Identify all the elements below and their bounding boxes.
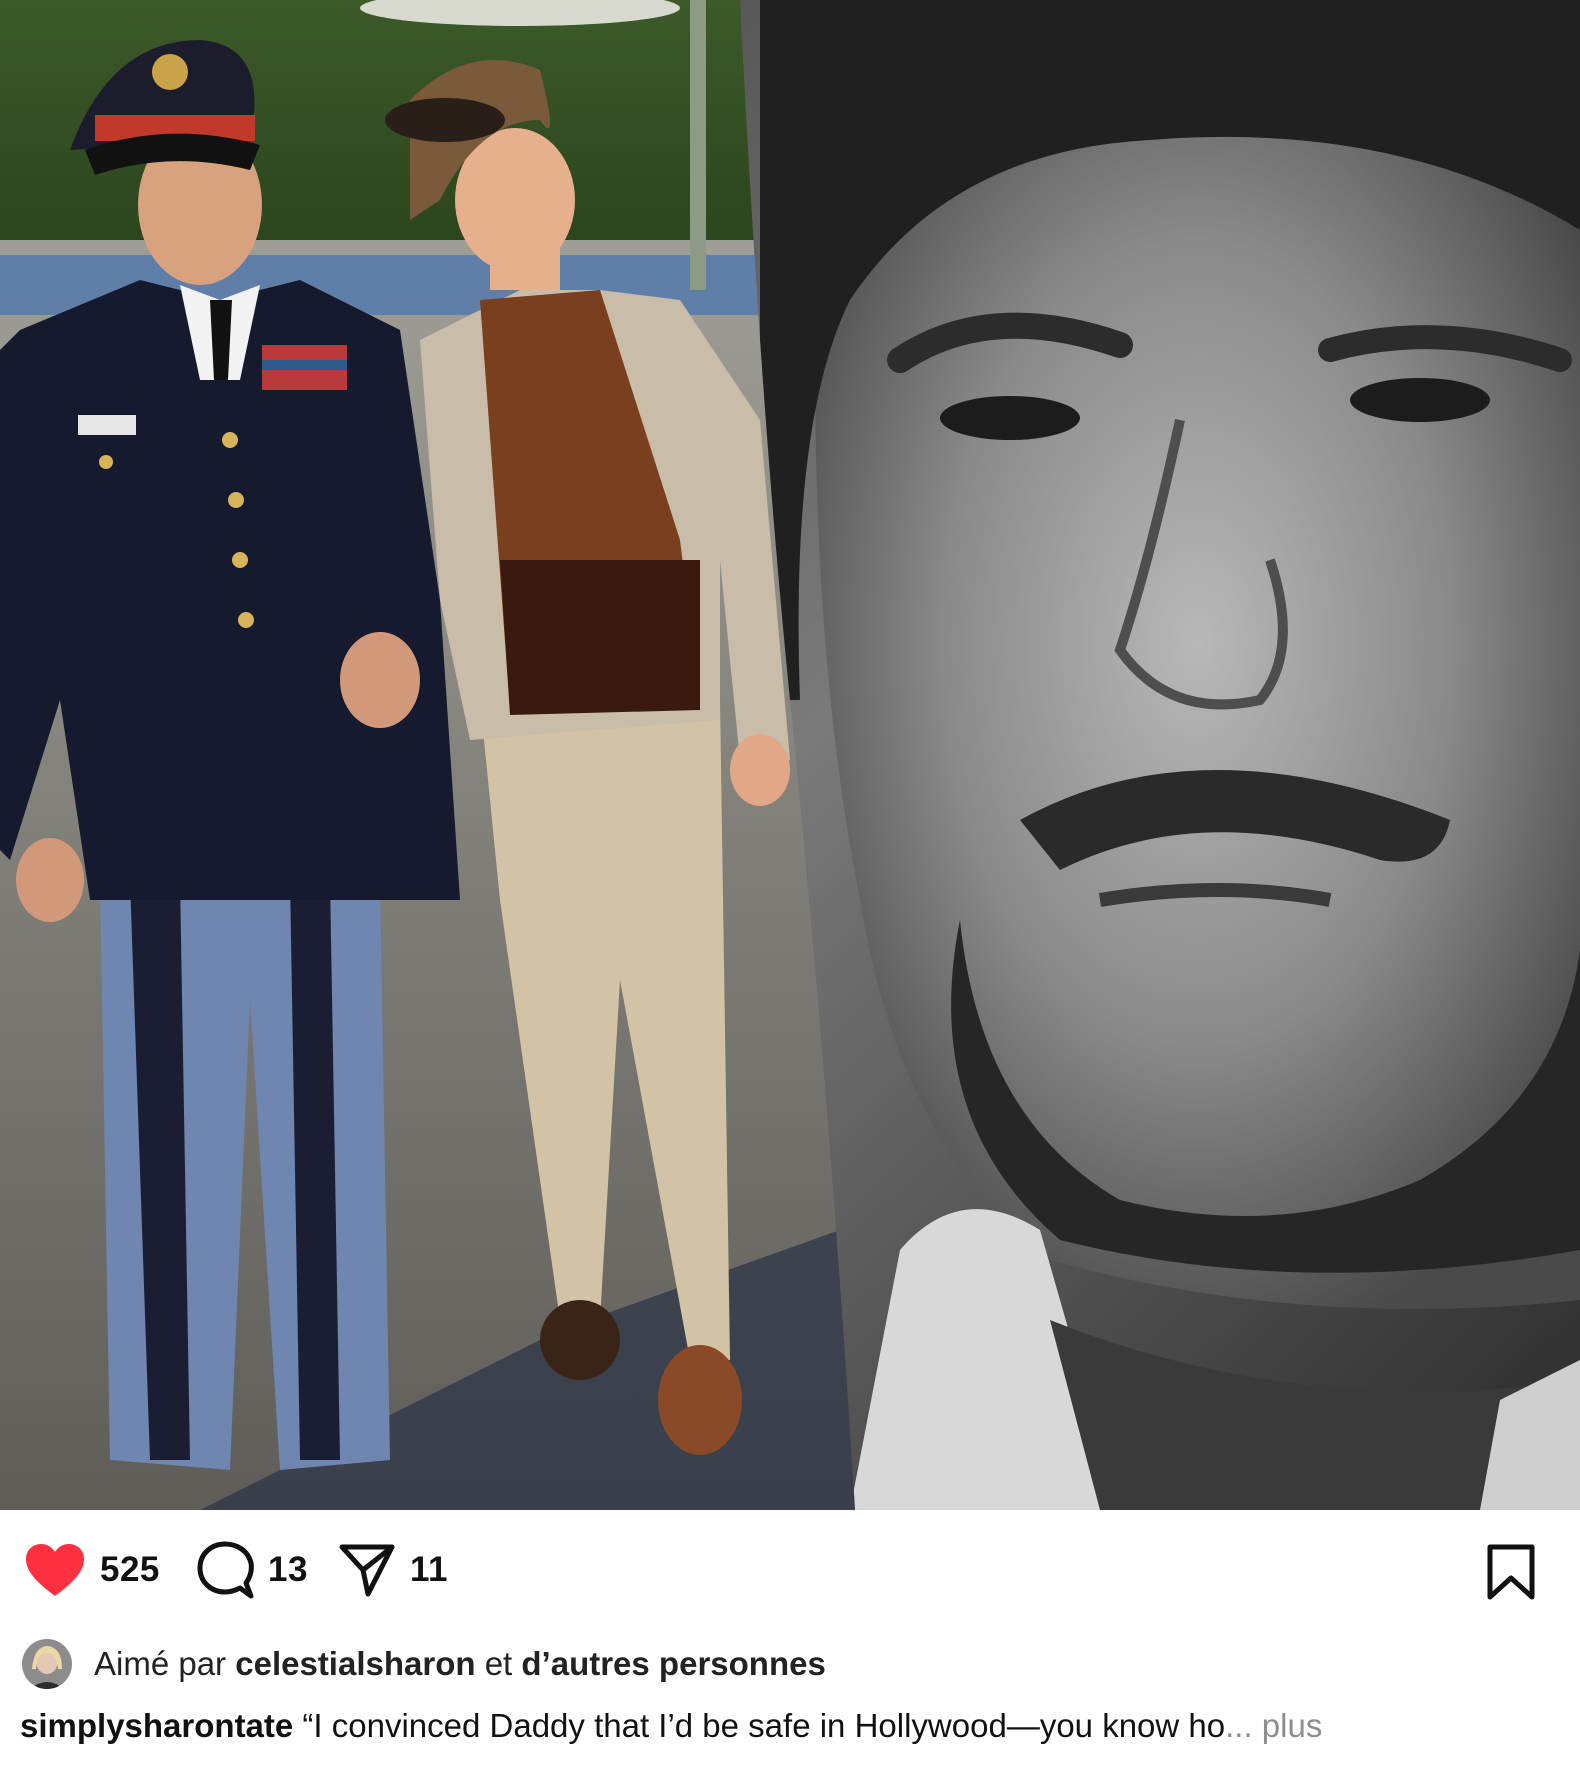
liked-by-others-link[interactable]: d’autres personnes — [521, 1645, 825, 1683]
liked-by-connector: et — [484, 1645, 513, 1682]
liked-by-prefix: Aimé par — [94, 1645, 227, 1682]
like-count[interactable]: 525 — [100, 1550, 160, 1590]
post-media[interactable] — [0, 0, 1580, 1510]
liked-by-avatar[interactable] — [22, 1639, 72, 1689]
caption-text: “I convinced Daddy that I’d be safe in H… — [302, 1707, 1226, 1744]
caption-ellipsis: ... — [1225, 1707, 1253, 1744]
liked-by-row: Aimé par celestialsharon et d’autres per… — [22, 1638, 826, 1690]
comment-action[interactable]: 13 — [196, 1540, 308, 1600]
comment-count[interactable]: 13 — [268, 1550, 308, 1590]
save-action[interactable] — [1486, 1542, 1536, 1602]
post-caption: simplysharontate “I convinced Daddy that… — [20, 1700, 1322, 1752]
comment-bubble-icon[interactable] — [196, 1541, 254, 1599]
share-count[interactable]: 11 — [410, 1550, 448, 1590]
share-action[interactable]: 11 — [338, 1540, 448, 1600]
caption-username[interactable]: simplysharontate — [20, 1707, 293, 1745]
like-action[interactable]: 525 — [24, 1540, 160, 1600]
heart-icon[interactable] — [24, 1542, 86, 1598]
bookmark-icon[interactable] — [1486, 1544, 1536, 1600]
post-action-bar: 525 13 11 — [0, 1510, 1580, 1630]
color-street-photo — [0, 0, 860, 1510]
paper-plane-icon[interactable] — [338, 1542, 396, 1598]
instagram-post: 525 13 11 Aimé par celestialsharon et d’… — [0, 0, 1580, 1770]
caption-more-link[interactable]: plus — [1262, 1707, 1323, 1745]
liked-by-username[interactable]: celestialsharon — [235, 1645, 475, 1683]
